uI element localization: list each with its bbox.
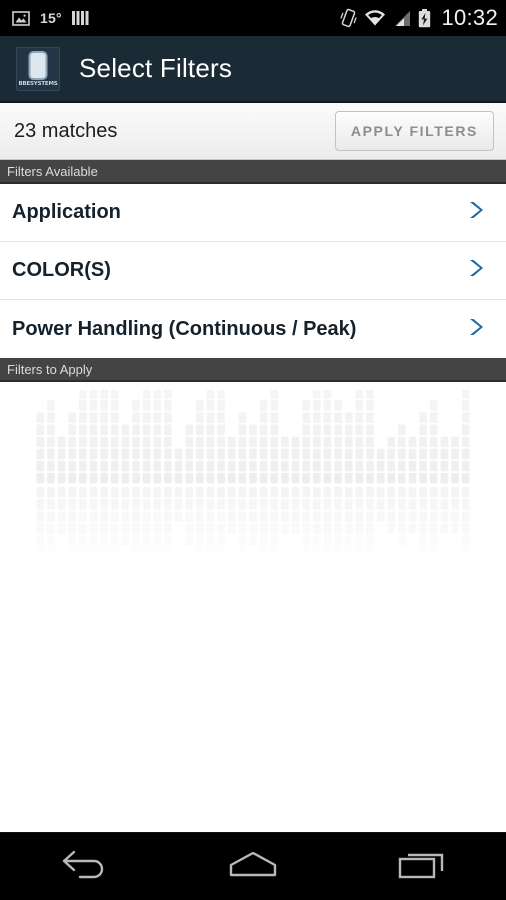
status-bar: 15° 10:32 — [0, 0, 506, 36]
filters-to-apply-area — [0, 382, 506, 849]
match-count-label: 23 matches — [14, 119, 118, 142]
vibrate-icon — [340, 8, 358, 28]
action-bar: BBESYSTEMS Select Filters — [0, 36, 506, 103]
recents-button[interactable] — [367, 842, 477, 892]
filters-to-apply-header: Filters to Apply — [0, 358, 506, 382]
back-arrow-icon — [58, 847, 110, 886]
filter-row-label: Power Handling (Continuous / Peak) — [12, 317, 357, 340]
recent-apps-icon — [396, 847, 448, 886]
filters-available-list: Application COLOR(S) Power Handling (Con… — [0, 184, 506, 358]
logo-brand-text: BBESYSTEMS — [18, 80, 58, 87]
status-clock: 10:32 — [441, 5, 498, 30]
filters-available-header: Filters Available — [0, 160, 506, 184]
filter-row-label: Application — [12, 201, 121, 223]
chevron-right-icon[interactable] — [466, 316, 486, 343]
battery-charging-icon — [418, 8, 431, 28]
filter-row-label: COLOR(S) — [12, 259, 111, 281]
phone-screen: 15° 10:32 BBESYSTEMS Select Filters 23 m… — [0, 0, 506, 900]
status-bar-right: 10:32 — [340, 5, 498, 31]
status-bar-left: 15° — [12, 10, 89, 26]
page-title: Select Filters — [79, 53, 233, 83]
chevron-right-icon[interactable] — [466, 257, 486, 284]
back-button[interactable] — [29, 842, 139, 892]
apply-filters-button[interactable]: APPLY FILTERS — [334, 111, 494, 151]
home-button[interactable] — [198, 842, 308, 892]
temperature-label: 15° — [40, 10, 62, 26]
photo-icon — [12, 10, 30, 26]
chevron-right-icon[interactable] — [466, 199, 486, 226]
signal-bars-icon — [71, 10, 89, 26]
equalizer-watermark — [36, 390, 470, 552]
matches-bar: 23 matches APPLY FILTERS — [0, 103, 506, 160]
logo-speaker-bar — [30, 52, 46, 78]
bbe-systems-logo[interactable]: BBESYSTEMS — [16, 46, 60, 91]
android-nav-bar — [0, 832, 506, 900]
wifi-icon — [364, 9, 386, 27]
home-icon — [225, 847, 281, 886]
filter-row-power-handling[interactable]: Power Handling (Continuous / Peak) — [0, 300, 506, 358]
cellular-signal-icon — [393, 10, 411, 27]
filter-row-application[interactable]: Application — [0, 184, 506, 242]
filter-row-colors[interactable]: COLOR(S) — [0, 242, 506, 300]
